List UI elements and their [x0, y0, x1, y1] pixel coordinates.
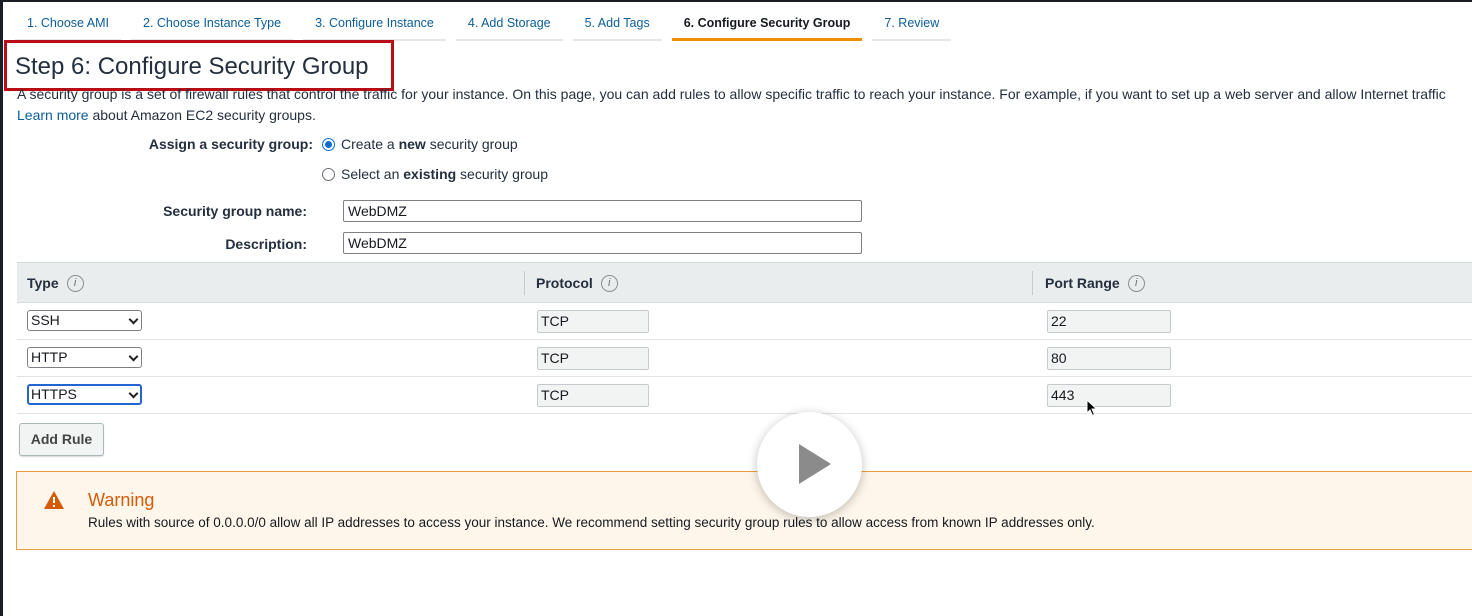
- wizard-steps: 1. Choose AMI 2. Choose Instance Type 3.…: [15, 8, 961, 42]
- radio-create-new-group[interactable]: Create a new security group: [322, 136, 518, 152]
- tab-add-storage[interactable]: 4. Add Storage: [455, 8, 563, 41]
- table-row: SSH TCP 22: [17, 303, 1472, 340]
- play-icon: [799, 444, 831, 484]
- info-icon[interactable]: i: [600, 274, 618, 292]
- type-select[interactable]: HTTPS: [27, 384, 142, 405]
- chevron-down-icon: [128, 314, 139, 325]
- info-icon[interactable]: i: [66, 274, 84, 292]
- radio-create-new-label: Create a new security group: [341, 136, 518, 152]
- description-input[interactable]: [343, 232, 862, 254]
- intro-text-block: A security group is a set of firewall ru…: [17, 84, 1472, 126]
- learn-more-suffix: about Amazon EC2 security groups.: [92, 107, 316, 123]
- radio-select-existing-label: Select an existing security group: [341, 166, 548, 182]
- play-button[interactable]: [757, 412, 862, 517]
- tab-choose-ami[interactable]: 1. Choose AMI: [15, 8, 121, 41]
- protocol-field: TCP: [537, 384, 649, 407]
- type-select[interactable]: HTTP: [27, 347, 142, 368]
- radio-button-checked[interactable]: [322, 137, 335, 151]
- warning-triangle-icon: [44, 491, 64, 509]
- column-divider: [1032, 271, 1033, 295]
- protocol-field: TCP: [537, 310, 649, 333]
- browser-viewport: 1. Choose AMI 2. Choose Instance Type 3.…: [0, 0, 1472, 616]
- warning-title: Warning: [88, 490, 155, 510]
- table-row: HTTP TCP 80: [17, 340, 1472, 377]
- radio-button-unchecked[interactable]: [322, 167, 335, 181]
- chevron-down-icon: [128, 388, 139, 399]
- security-group-name-input[interactable]: [343, 200, 862, 222]
- add-rule-button[interactable]: Add Rule: [19, 423, 104, 456]
- port-range-field[interactable]: 80: [1047, 347, 1171, 370]
- tab-choose-instance-type[interactable]: 2. Choose Instance Type: [131, 8, 294, 41]
- warning-text: Rules with source of 0.0.0.0/0 allow all…: [88, 515, 1095, 530]
- mouse-cursor-icon: [1086, 399, 1098, 417]
- radio-select-existing-group[interactable]: Select an existing security group: [322, 166, 548, 182]
- info-icon[interactable]: i: [1127, 274, 1145, 292]
- port-range-field[interactable]: 443: [1047, 384, 1171, 407]
- intro-text: A security group is a set of firewall ru…: [17, 86, 1446, 102]
- column-header-protocol[interactable]: Protocol i: [536, 263, 618, 303]
- column-header-type[interactable]: Type i: [27, 263, 84, 303]
- learn-more-link[interactable]: Learn more: [17, 107, 89, 123]
- rules-table-header: Type i Protocol i Port Range i: [17, 262, 1472, 303]
- column-header-port-range[interactable]: Port Range i: [1045, 263, 1145, 303]
- table-row: HTTPS TCP 443: [17, 377, 1472, 414]
- tab-configure-instance[interactable]: 3. Configure Instance: [303, 8, 446, 41]
- tab-configure-security-group[interactable]: 6. Configure Security Group: [671, 8, 863, 41]
- warning-alert: Warning Rules with source of 0.0.0.0/0 a…: [16, 471, 1472, 550]
- tab-review[interactable]: 7. Review: [872, 8, 952, 41]
- port-range-field[interactable]: 22: [1047, 310, 1171, 333]
- column-divider: [524, 271, 525, 295]
- type-select[interactable]: SSH: [27, 310, 142, 331]
- security-group-name-label: Security group name:: [163, 203, 307, 219]
- tab-add-tags[interactable]: 5. Add Tags: [572, 8, 662, 41]
- description-label: Description:: [225, 236, 307, 252]
- assign-security-group-label: Assign a security group:: [148, 136, 313, 152]
- chevron-down-icon: [128, 351, 139, 362]
- protocol-field: TCP: [537, 347, 649, 370]
